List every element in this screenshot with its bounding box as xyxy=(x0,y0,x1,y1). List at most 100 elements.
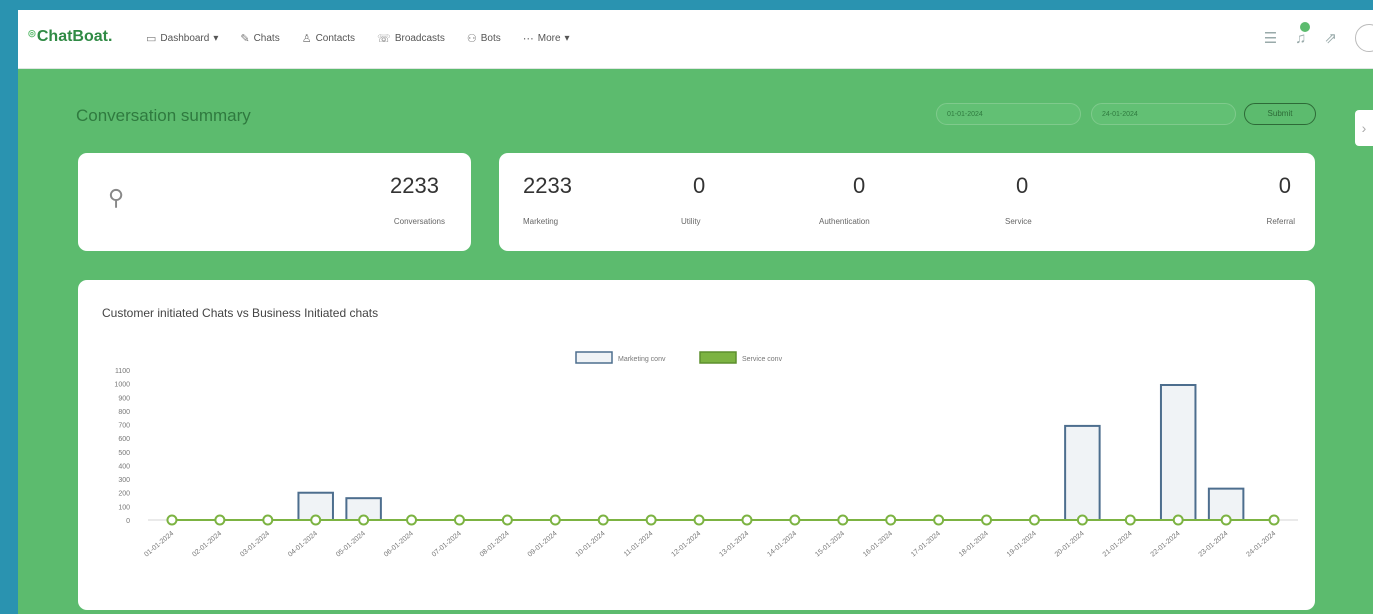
point-service-conv xyxy=(741,514,753,526)
x-tick-label: 10-01-2024 xyxy=(575,530,607,558)
nav-bots[interactable]: ⚇ Bots xyxy=(467,32,501,45)
chart-card: Customer initiated Chats vs Business Ini… xyxy=(78,280,1315,610)
nav-broadcasts[interactable]: ☏ Broadcasts xyxy=(377,32,445,45)
x-tick-label: 01-01-2024 xyxy=(143,530,175,558)
submit-button[interactable]: Submit xyxy=(1244,103,1316,125)
x-tick-label: 02-01-2024 xyxy=(191,530,223,558)
export-icon[interactable]: ⇗ xyxy=(1324,29,1337,47)
app-logo[interactable]: ◎ChatBoat. xyxy=(28,28,112,46)
point-service-conv xyxy=(933,514,945,526)
point-service-conv xyxy=(597,514,609,526)
y-tick-label: 500 xyxy=(118,450,130,457)
utility-value: 0 xyxy=(693,173,706,198)
x-tick-label: 24-01-2024 xyxy=(1245,530,1277,558)
monitor-icon: ▭ xyxy=(146,33,157,45)
start-date-input[interactable]: 01-01-2024 xyxy=(936,103,1081,125)
y-tick-label: 900 xyxy=(118,395,130,402)
more-icon: ⋯ xyxy=(522,33,534,45)
x-tick-label: 03-01-2024 xyxy=(239,530,271,558)
x-tick-label: 22-01-2024 xyxy=(1150,530,1182,558)
point-service-conv xyxy=(406,514,418,526)
nav-chats-label: Chats xyxy=(253,33,280,44)
conversation-icon: ⚲ xyxy=(108,185,125,210)
x-tick-label: 11-01-2024 xyxy=(623,530,655,558)
total-conversations-label: Conversations xyxy=(393,217,445,226)
y-tick-label: 200 xyxy=(118,491,130,498)
contacts-icon: ♙ xyxy=(301,33,312,45)
point-service-conv xyxy=(453,514,465,526)
bell-icon[interactable]: ♫ xyxy=(1295,21,1311,47)
nav-more[interactable]: ⋯ More ▾ xyxy=(523,32,570,45)
legend-swatch-marketing-conv xyxy=(575,351,613,364)
x-tick-label: 18-01-2024 xyxy=(958,530,990,558)
legend-label-marketing-conv: Marketing conv xyxy=(618,356,666,363)
x-tick-label: 14-01-2024 xyxy=(766,530,798,558)
nav-chats[interactable]: ✎ Chats xyxy=(240,32,279,45)
x-tick-label: 23-01-2024 xyxy=(1197,530,1229,558)
referral-value: 0 xyxy=(1278,173,1291,198)
y-tick-label: 0 xyxy=(126,518,130,525)
inbox-icon[interactable]: ☰ xyxy=(1264,29,1277,47)
point-service-conv xyxy=(645,514,657,526)
x-tick-label: 13-01-2024 xyxy=(718,530,750,558)
point-service-conv xyxy=(1268,514,1280,526)
y-tick-label: 100 xyxy=(118,504,130,511)
authentication-label: Authentication xyxy=(819,217,870,226)
point-service-conv xyxy=(789,514,801,526)
y-tick-label: 400 xyxy=(118,463,130,470)
point-service-conv xyxy=(693,514,705,526)
bot-icon: ⚇ xyxy=(466,33,477,45)
nav-contacts[interactable]: ♙ Contacts xyxy=(302,32,355,45)
referral-label: Referral xyxy=(1266,217,1295,226)
x-tick-label: 04-01-2024 xyxy=(287,530,319,558)
x-tick-label: 08-01-2024 xyxy=(479,530,511,558)
point-service-conv xyxy=(310,514,322,526)
nav-dashboard-label: Dashboard xyxy=(160,33,210,44)
app-frame: ◎ChatBoat. ▭ Dashboard ▾ ✎ Chats ♙ Contacts … xyxy=(18,10,1373,614)
chevron-down-icon: ▾ xyxy=(213,33,219,44)
legend-swatch-service-conv xyxy=(699,351,737,364)
point-service-conv xyxy=(358,514,370,526)
point-service-conv xyxy=(214,514,226,526)
logo-text: ChatBoat. xyxy=(36,28,113,45)
total-conversations-card: ⚲ 2233 Conversations xyxy=(78,153,471,251)
chat-icon: ✎ xyxy=(240,33,250,45)
y-tick-label: 300 xyxy=(118,477,130,484)
y-tick-label: 800 xyxy=(118,409,130,416)
nav-broadcasts-label: Broadcasts xyxy=(394,33,445,44)
end-date-input[interactable]: 24-01-2024 xyxy=(1091,103,1236,125)
point-service-conv xyxy=(1172,514,1184,526)
chevron-right-icon[interactable]: › xyxy=(1355,110,1373,146)
x-tick-label: 15-01-2024 xyxy=(814,530,846,558)
x-tick-label: 21-01-2024 xyxy=(1102,530,1134,558)
y-tick-label: 1100 xyxy=(115,368,130,375)
nav-contacts-label: Contacts xyxy=(315,33,356,44)
x-tick-label: 09-01-2024 xyxy=(527,530,559,558)
point-service-conv xyxy=(262,514,274,526)
logo-mark-icon: ◎ xyxy=(28,28,36,38)
top-navbar: ◎ChatBoat. ▭ Dashboard ▾ ✎ Chats ♙ Contacts … xyxy=(18,10,1373,69)
avatar[interactable] xyxy=(1355,24,1373,52)
bar-marketing-conv xyxy=(1064,424,1101,521)
y-tick-label: 600 xyxy=(118,436,130,443)
marketing-value: 2233 xyxy=(523,173,572,198)
service-label: Service xyxy=(1005,217,1032,226)
conversations-chart: 0 100 200 300 400 500 600 700 800 900 1000 1100 01-0… xyxy=(114,351,1298,559)
y-tick-label: 1000 xyxy=(114,382,130,389)
point-service-conv xyxy=(981,514,993,526)
x-tick-label: 16-01-2024 xyxy=(862,530,894,558)
x-tick-label: 20-01-2024 xyxy=(1054,530,1086,558)
x-tick-label: 05-01-2024 xyxy=(335,530,367,558)
total-conversations-value: 2233 xyxy=(390,173,439,198)
x-tick-label: 12-01-2024 xyxy=(670,530,702,558)
marketing-label: Marketing xyxy=(523,217,559,226)
point-service-conv xyxy=(885,514,897,526)
x-tick-label: 17-01-2024 xyxy=(910,530,942,558)
point-service-conv xyxy=(166,514,178,526)
point-service-conv xyxy=(501,514,513,526)
chevron-down-icon: ▾ xyxy=(564,33,570,44)
nav-dashboard[interactable]: ▭ Dashboard ▾ xyxy=(146,32,218,45)
page-title: Conversation summary xyxy=(76,106,251,125)
legend-label-service-conv: Service conv xyxy=(742,356,783,363)
header-actions: ☰ ♫ ⇗ xyxy=(1264,21,1373,52)
